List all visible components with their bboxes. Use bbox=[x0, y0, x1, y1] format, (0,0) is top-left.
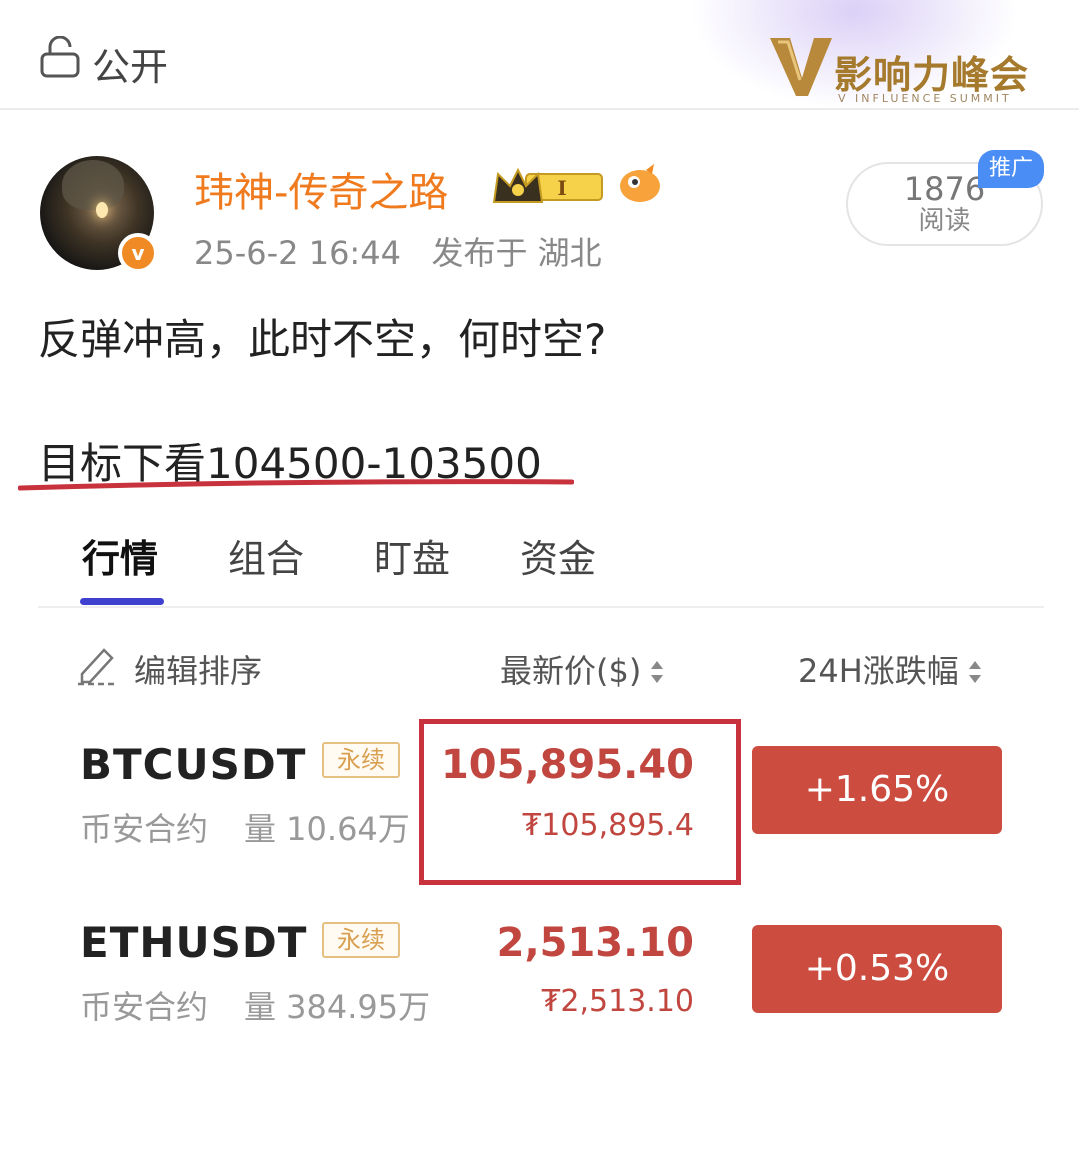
read-label: 阅读 bbox=[918, 206, 971, 236]
change-column-header[interactable]: 24H涨跌幅 bbox=[798, 646, 981, 692]
brand-name[interactable]: 影响力峰会 bbox=[834, 44, 1029, 99]
lock-icon bbox=[40, 36, 80, 78]
author-name[interactable]: 玮神-传奇之路 bbox=[194, 160, 448, 218]
visibility-label[interactable]: 公开 bbox=[92, 36, 168, 91]
brand-subtitle: V INFLUENCE SUMMIT bbox=[838, 92, 1012, 105]
change-button[interactable]: +0.53% bbox=[752, 925, 1002, 1013]
tab-portfolio[interactable]: 组合 bbox=[228, 528, 304, 583]
edit-sort-label[interactable]: 编辑排序 bbox=[134, 646, 262, 692]
edit-icon[interactable] bbox=[76, 644, 120, 686]
row-symbol: ETHUSDT bbox=[80, 918, 308, 967]
market-tabs: 行情 组合 盯盘 资金 bbox=[38, 520, 1044, 608]
tab-indicator bbox=[80, 598, 164, 605]
row-volume: 量 384.95万 bbox=[244, 988, 431, 1026]
red-underline-annotation bbox=[18, 479, 574, 491]
row-exchange: 币安合约 bbox=[80, 810, 209, 848]
row-volume: 量 10.64万 bbox=[244, 810, 410, 848]
verified-v-icon: v bbox=[118, 233, 158, 273]
price-highlight-annotation bbox=[419, 719, 741, 885]
price-column-header[interactable]: 最新价($) bbox=[500, 646, 664, 692]
post-text-line-1: 反弹冲高，此时不空，何时空? bbox=[38, 315, 607, 364]
tab-watch[interactable]: 盯盘 bbox=[374, 528, 450, 583]
row-symbol: BTCUSDT bbox=[80, 740, 307, 789]
perpetual-tag: 永续 bbox=[322, 742, 400, 778]
post-location: 发布于 湖北 bbox=[431, 234, 602, 272]
change-button[interactable]: +1.65% bbox=[752, 746, 1002, 834]
crown-badge-icon[interactable]: I bbox=[492, 164, 608, 208]
row-price: 2,513.10 bbox=[496, 920, 694, 966]
tab-funds[interactable]: 资金 bbox=[520, 528, 596, 583]
top-bar: 公开 影响力峰会 V INFLUENCE SUMMIT bbox=[0, 0, 1079, 110]
promo-badge[interactable]: 推广 bbox=[978, 150, 1044, 188]
change-column-label: 24H涨跌幅 bbox=[798, 652, 959, 690]
tab-market[interactable]: 行情 bbox=[82, 528, 158, 583]
v-logo-icon bbox=[770, 38, 832, 96]
perpetual-tag: 永续 bbox=[322, 922, 400, 958]
row-exchange: 币安合约 bbox=[80, 988, 209, 1026]
post-meta: 25-6-2 16:44 发布于 湖北 bbox=[194, 228, 602, 274]
sort-icon bbox=[968, 659, 981, 687]
level-badge-text: I bbox=[557, 176, 566, 200]
post-timestamp: 25-6-2 16:44 bbox=[194, 234, 401, 272]
row-price-cny: ₮2,513.10 bbox=[541, 984, 694, 1019]
price-column-label: 最新价($) bbox=[500, 652, 642, 690]
sort-icon bbox=[651, 659, 664, 687]
fish-badge-icon[interactable] bbox=[616, 162, 664, 206]
